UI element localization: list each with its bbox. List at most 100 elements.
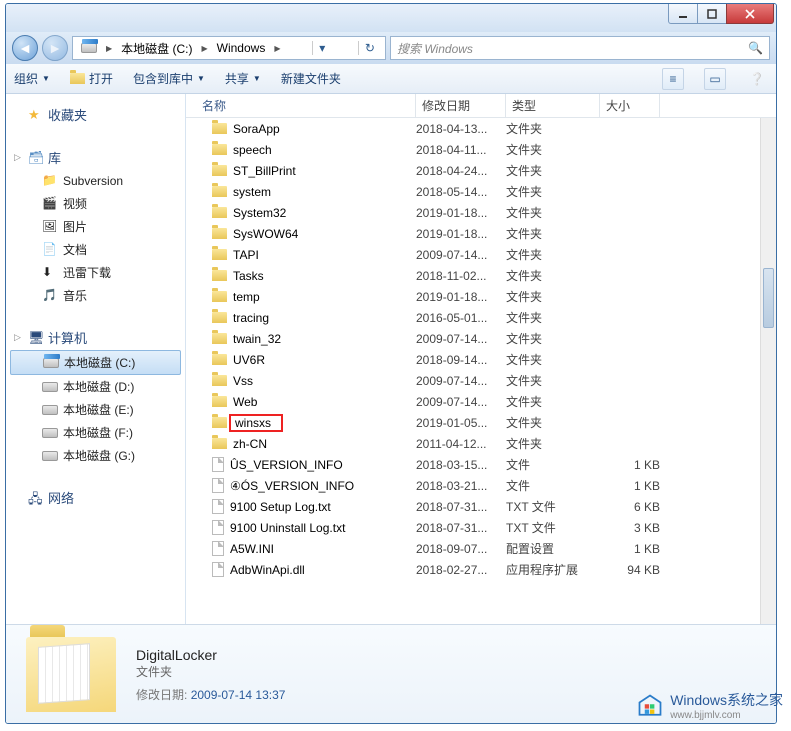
view-options-button[interactable]: ≡	[662, 68, 684, 90]
file-row[interactable]: Vss2009-07-14...文件夹	[186, 370, 776, 391]
sidebar-library-item[interactable]: 🎬视频	[6, 192, 185, 215]
chevron-right-icon[interactable]: ▶	[101, 44, 117, 53]
column-type[interactable]: 类型	[506, 94, 600, 117]
breadcrumb-folder[interactable]: Windows	[213, 41, 270, 55]
file-row[interactable]: speech2018-04-11...文件夹	[186, 139, 776, 160]
file-row[interactable]: System322019-01-18...文件夹	[186, 202, 776, 223]
sidebar-library-item[interactable]: 📄文档	[6, 238, 185, 261]
content-area: ★收藏夹 ▷🗃库 📁Subversion🎬视频🖼图片📄文档⬇迅雷下载🎵音乐 ▷🖥…	[6, 94, 776, 624]
file-type: 文件夹	[506, 414, 600, 431]
file-size: 1 KB	[600, 458, 660, 472]
network-header[interactable]: 🖧网络	[6, 485, 185, 510]
refresh-button[interactable]: ↻	[358, 41, 381, 55]
file-row[interactable]: ÛS_VERSION_INFO2018-03-15...文件1 KB	[186, 454, 776, 475]
file-row[interactable]: Tasks2018-11-02...文件夹	[186, 265, 776, 286]
sidebar-item-label: 迅雷下载	[63, 264, 111, 281]
file-date: 2018-02-27...	[416, 563, 506, 577]
file-row[interactable]: ④ÓS_VERSION_INFO2018-03-21...文件1 KB	[186, 475, 776, 496]
sidebar-drive-item[interactable]: 本地磁盘 (C:)	[10, 350, 181, 375]
file-date: 2018-04-24...	[416, 164, 506, 178]
address-bar[interactable]: ▶ 本地磁盘 (C:) ▶ Windows ▶ ▾ ↻	[72, 36, 386, 60]
minimize-button[interactable]	[668, 4, 698, 24]
file-size: 1 KB	[600, 542, 660, 556]
file-size: 94 KB	[600, 563, 660, 577]
search-icon[interactable]: 🔍	[748, 41, 763, 55]
file-row[interactable]: 9100 Uninstall Log.txt2018-07-31...TXT 文…	[186, 517, 776, 538]
file-type: 文件夹	[506, 267, 600, 284]
scrollbar[interactable]	[760, 118, 776, 624]
column-name[interactable]: 名称	[196, 94, 416, 117]
column-size[interactable]: 大小	[600, 94, 660, 117]
help-button[interactable]: ❔	[746, 68, 768, 90]
file-row[interactable]: twain_322009-07-14...文件夹	[186, 328, 776, 349]
sidebar-item-label: 本地磁盘 (D:)	[63, 378, 134, 395]
sidebar-drive-item[interactable]: 本地磁盘 (G:)	[6, 444, 185, 467]
folder-icon	[212, 333, 227, 344]
scrollbar-thumb[interactable]	[763, 268, 774, 328]
organize-button[interactable]: 组织▼	[14, 70, 50, 87]
share-button[interactable]: 共享▼	[225, 70, 261, 87]
file-row[interactable]: tracing2016-05-01...文件夹	[186, 307, 776, 328]
folder-icon	[212, 270, 227, 281]
nav-forward-button[interactable]: ►	[42, 35, 68, 61]
sidebar-item-label: 图片	[63, 218, 87, 235]
sidebar-library-item[interactable]: 📁Subversion	[6, 170, 185, 192]
folder-icon	[212, 186, 227, 197]
include-in-library-button[interactable]: 包含到库中▼	[133, 70, 205, 87]
file-row[interactable]: temp2019-01-18...文件夹	[186, 286, 776, 307]
file-date: 2018-03-21...	[416, 479, 506, 493]
sidebar-drive-item[interactable]: 本地磁盘 (D:)	[6, 375, 185, 398]
file-type: TXT 文件	[506, 519, 600, 536]
close-button[interactable]	[726, 4, 774, 24]
column-date[interactable]: 修改日期	[416, 94, 506, 117]
file-icon	[212, 541, 224, 556]
file-type: 文件夹	[506, 246, 600, 263]
file-row[interactable]: AdbWinApi.dll2018-02-27...应用程序扩展94 KB	[186, 559, 776, 580]
file-date: 2018-07-31...	[416, 500, 506, 514]
chevron-right-icon[interactable]: ▶	[196, 44, 212, 53]
file-date: 2011-04-12...	[416, 437, 506, 451]
watermark-title: Windows系统之家	[670, 692, 783, 708]
file-row[interactable]: system2018-05-14...文件夹	[186, 181, 776, 202]
nav-back-button[interactable]: ◄	[12, 35, 38, 61]
sidebar-library-item[interactable]: 🎵音乐	[6, 284, 185, 307]
navigation-pane: ★收藏夹 ▷🗃库 📁Subversion🎬视频🖼图片📄文档⬇迅雷下载🎵音乐 ▷🖥…	[6, 94, 186, 624]
file-icon	[212, 478, 224, 493]
file-date: 2018-11-02...	[416, 269, 506, 283]
drive-icon	[42, 428, 58, 438]
sidebar-drive-item[interactable]: 本地磁盘 (E:)	[6, 398, 185, 421]
computer-header[interactable]: ▷🖥计算机	[6, 325, 185, 350]
favorites-header[interactable]: ★收藏夹	[6, 102, 185, 127]
new-folder-button[interactable]: 新建文件夹	[281, 70, 341, 87]
sidebar-library-item[interactable]: 🖼图片	[6, 215, 185, 238]
file-row[interactable]: UV6R2018-09-14...文件夹	[186, 349, 776, 370]
file-row[interactable]: TAPI2009-07-14...文件夹	[186, 244, 776, 265]
open-button[interactable]: 打开	[70, 70, 113, 87]
libraries-header[interactable]: ▷🗃库	[6, 145, 185, 170]
file-row[interactable]: winsxs2019-01-05...文件夹	[186, 412, 776, 433]
file-type: 文件夹	[506, 204, 600, 221]
folder-icon	[212, 165, 227, 176]
file-row[interactable]: ST_BillPrint2018-04-24...文件夹	[186, 160, 776, 181]
file-row[interactable]: 9100 Setup Log.txt2018-07-31...TXT 文件6 K…	[186, 496, 776, 517]
chevron-right-icon[interactable]: ▶	[269, 44, 285, 53]
search-input[interactable]: 搜索 Windows 🔍	[390, 36, 770, 60]
breadcrumb-drive[interactable]: 本地磁盘 (C:)	[117, 40, 196, 57]
preview-pane-button[interactable]: ▭	[704, 68, 726, 90]
details-type: 文件夹	[136, 663, 285, 680]
sidebar-drive-item[interactable]: 本地磁盘 (F:)	[6, 421, 185, 444]
library-icon: 🗃	[28, 150, 44, 166]
file-row[interactable]: zh-CN2011-04-12...文件夹	[186, 433, 776, 454]
file-row[interactable]: Web2009-07-14...文件夹	[186, 391, 776, 412]
file-type: 文件夹	[506, 351, 600, 368]
library-item-icon: 🎵	[42, 288, 58, 304]
file-type: 文件夹	[506, 372, 600, 389]
addr-dropdown-button[interactable]: ▾	[312, 41, 331, 55]
file-row[interactable]: A5W.INI2018-09-07...配置设置1 KB	[186, 538, 776, 559]
maximize-button[interactable]	[697, 4, 727, 24]
sidebar-library-item[interactable]: ⬇迅雷下载	[6, 261, 185, 284]
file-row[interactable]: SysWOW642019-01-18...文件夹	[186, 223, 776, 244]
file-row[interactable]: SoraApp2018-04-13...文件夹	[186, 118, 776, 139]
folder-icon	[212, 375, 227, 386]
folder-icon	[212, 123, 227, 134]
